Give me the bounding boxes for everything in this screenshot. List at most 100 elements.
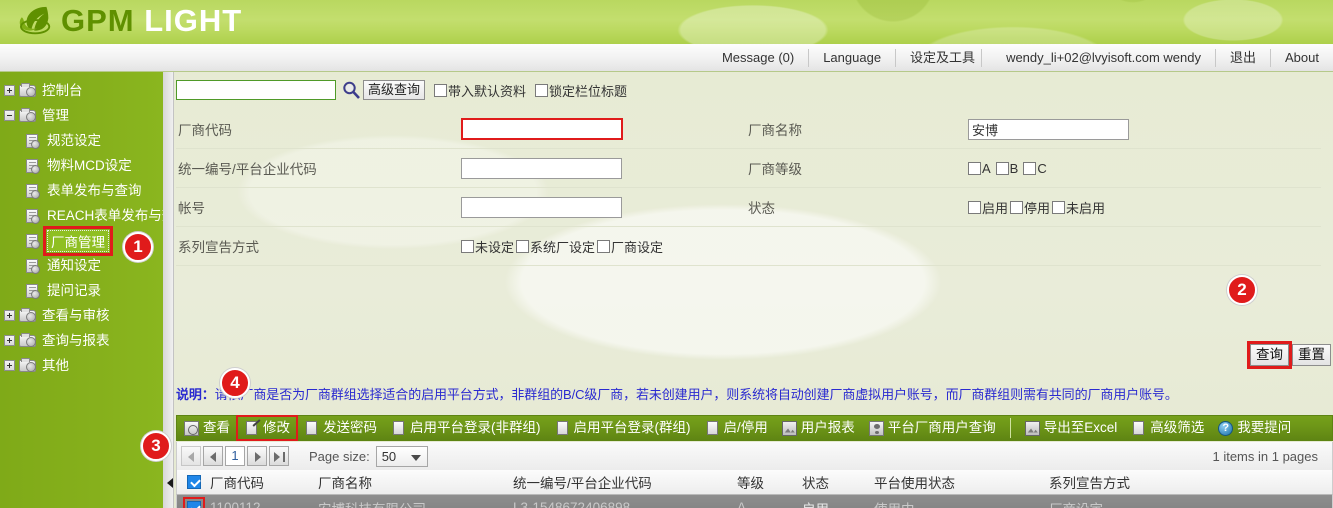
checkbox-status-enabled[interactable]: 启用 bbox=[968, 198, 1008, 217]
advanced-query-button[interactable]: 高级查询 bbox=[363, 80, 426, 100]
chevron-down-icon[interactable] bbox=[410, 454, 421, 461]
next-page-icon[interactable] bbox=[247, 446, 267, 466]
sidebar-collapse-toggle[interactable] bbox=[165, 477, 174, 489]
menu-item-message[interactable]: Message (0) bbox=[708, 48, 810, 67]
enable-platform-login-group-button[interactable]: 启用平台登录(群组) bbox=[548, 416, 698, 440]
query-button-group: 查询 重置 bbox=[1247, 341, 1331, 369]
checkbox-level-c[interactable]: C bbox=[1023, 161, 1047, 176]
sidebar-item-management[interactable]: 管理 bbox=[0, 103, 163, 128]
checkbox-box[interactable] bbox=[1052, 200, 1066, 214]
select-all-checkbox[interactable] bbox=[186, 475, 201, 489]
menu-item-about[interactable]: About bbox=[1271, 49, 1333, 67]
checkbox-box[interactable] bbox=[1010, 200, 1024, 214]
sidebar-item-label: 控制台 bbox=[42, 83, 83, 98]
checkbox-box[interactable] bbox=[461, 239, 474, 253]
unified-number-input[interactable] bbox=[461, 157, 622, 179]
checkbox-lock-header[interactable]: 锁定栏位标题 bbox=[535, 81, 627, 100]
checkbox-status-disabled[interactable]: 停用 bbox=[1010, 198, 1050, 217]
expand-plus-icon[interactable] bbox=[4, 310, 15, 321]
checkbox-box[interactable] bbox=[1023, 161, 1037, 175]
search-input[interactable] bbox=[176, 80, 336, 100]
cell-status-wrap[interactable]: 启用 bbox=[802, 498, 874, 508]
vendor-code-input[interactable] bbox=[461, 118, 623, 140]
checkbox-series-unset[interactable]: 未设定 bbox=[461, 237, 514, 256]
app-banner: GPM LIGHT bbox=[0, 0, 1333, 44]
checkbox-default-data[interactable]: 带入默认资料 bbox=[434, 81, 526, 100]
last-page-icon[interactable] bbox=[269, 446, 289, 466]
column-header-vendor-name[interactable]: 厂商名称 bbox=[318, 472, 513, 492]
field-value bbox=[461, 157, 746, 179]
menu-item-logout[interactable]: 退出 bbox=[1216, 48, 1272, 67]
search-toolbar: 高级查询 带入默认资料 锁定栏位标题 bbox=[176, 80, 627, 100]
table-row[interactable]: 1100112 安博科技有限公司 L3-1548672406898 A 启用 使… bbox=[176, 495, 1333, 508]
vendor-name-input[interactable] bbox=[968, 118, 1129, 140]
row-checkbox[interactable] bbox=[182, 496, 205, 508]
sidebar-item-console[interactable]: 控制台 bbox=[0, 78, 163, 103]
user-report-button[interactable]: 用户报表 bbox=[775, 416, 862, 440]
field-value bbox=[461, 118, 746, 140]
button-label: 用户报表 bbox=[800, 420, 855, 435]
sidebar-nav: 控制台 管理 规范设定 物料MCD设定 表单发布与查询 REACH表单发布与查询… bbox=[0, 72, 163, 508]
app-logo[interactable]: GPM LIGHT bbox=[18, 4, 242, 38]
checkbox-box[interactable] bbox=[434, 83, 448, 97]
expand-plus-icon[interactable] bbox=[4, 360, 15, 371]
checkbox-status-not-enabled[interactable]: 未启用 bbox=[1052, 198, 1105, 217]
column-header-status[interactable]: 状态 bbox=[802, 472, 874, 492]
checkbox-box[interactable] bbox=[516, 239, 530, 253]
platform-vendor-user-query-button[interactable]: 平台厂商用户查询 bbox=[862, 416, 1003, 440]
send-password-button[interactable]: 发送密码 bbox=[297, 416, 384, 440]
checkbox-box[interactable] bbox=[968, 161, 981, 175]
column-header-series-declaration[interactable]: 系列宣告方式 bbox=[1049, 472, 1229, 492]
sidebar-item-spec-settings[interactable]: 规范设定 bbox=[0, 128, 163, 153]
collapse-minus-icon[interactable] bbox=[4, 110, 15, 121]
checkbox-box[interactable] bbox=[995, 161, 1009, 175]
ask-question-button[interactable]: ? 我要提问 bbox=[1211, 416, 1298, 440]
query-button[interactable]: 查询 bbox=[1247, 341, 1292, 369]
row-select-cell[interactable] bbox=[177, 496, 210, 508]
sidebar-item-others[interactable]: 其他 bbox=[0, 353, 163, 378]
search-icon[interactable] bbox=[341, 80, 361, 100]
expand-plus-icon[interactable] bbox=[4, 335, 15, 346]
column-header-vendor-code[interactable]: 厂商代码 bbox=[210, 472, 318, 492]
sidebar-item-material-mcd[interactable]: 物料MCD设定 bbox=[0, 153, 163, 178]
prev-page-icon[interactable] bbox=[203, 446, 223, 466]
first-page-icon[interactable] bbox=[181, 446, 201, 466]
view-button[interactable]: 查看 bbox=[177, 416, 237, 440]
reset-button[interactable]: 重置 bbox=[1292, 344, 1331, 366]
toggle-enable-disable-button[interactable]: 启/停用 bbox=[698, 416, 775, 440]
field-value: A B C bbox=[968, 161, 1313, 176]
menu-item-user[interactable]: wendy_li+02@lvyisoft.com wendy bbox=[982, 48, 1216, 67]
sidebar-item-reach-form[interactable]: REACH表单发布与查询 bbox=[0, 203, 163, 228]
expand-plus-icon[interactable] bbox=[4, 85, 15, 96]
account-input[interactable] bbox=[461, 196, 622, 218]
checkbox-box[interactable] bbox=[968, 200, 981, 214]
checkbox-series-system[interactable]: 系统厂设定 bbox=[516, 237, 595, 256]
page-number-1[interactable]: 1 bbox=[225, 446, 245, 466]
column-header-unified-number[interactable]: 统一编号/平台企业代码 bbox=[513, 472, 737, 492]
column-header-level[interactable]: 等级 bbox=[737, 472, 802, 492]
menu-item-settings-tools[interactable]: 设定及工具 bbox=[896, 48, 983, 67]
button-label: 导出至Excel bbox=[1043, 420, 1118, 435]
sidebar-item-query-reports[interactable]: 查询与报表 bbox=[0, 328, 163, 353]
checkbox-series-vendor[interactable]: 厂商设定 bbox=[597, 237, 663, 256]
sidebar-item-question-log[interactable]: 提问记录 bbox=[0, 278, 163, 303]
enable-platform-login-nongroup-button[interactable]: 启用平台登录(非群组) bbox=[384, 416, 548, 440]
menu-item-language[interactable]: Language bbox=[809, 48, 897, 67]
folder-icon bbox=[19, 307, 37, 324]
checkbox-level-a[interactable]: A bbox=[968, 161, 991, 176]
checkbox-level-b[interactable]: B bbox=[995, 161, 1018, 176]
sidebar-item-label: 表单发布与查询 bbox=[47, 183, 142, 198]
items-count-text: 1 items in 1 pages bbox=[1212, 448, 1318, 464]
checkbox-box[interactable] bbox=[535, 83, 549, 97]
advanced-filter-button[interactable]: 高级筛选 bbox=[1124, 416, 1211, 440]
sidebar-item-form-publish-query[interactable]: 表单发布与查询 bbox=[0, 178, 163, 203]
sidebar-item-view-review[interactable]: 查看与审核 bbox=[0, 303, 163, 328]
column-header-platform-usage[interactable]: 平台使用状态 bbox=[874, 472, 1049, 492]
cell-status-link[interactable]: 启用 bbox=[802, 502, 829, 508]
page-size-select[interactable]: 50 bbox=[375, 445, 428, 467]
checkbox-box[interactable] bbox=[597, 239, 611, 253]
select-all-cell[interactable] bbox=[177, 475, 210, 489]
edit-button[interactable]: 修改 bbox=[236, 415, 298, 441]
person-card-icon bbox=[868, 420, 884, 436]
export-excel-button[interactable]: 导出至Excel bbox=[1018, 416, 1125, 440]
